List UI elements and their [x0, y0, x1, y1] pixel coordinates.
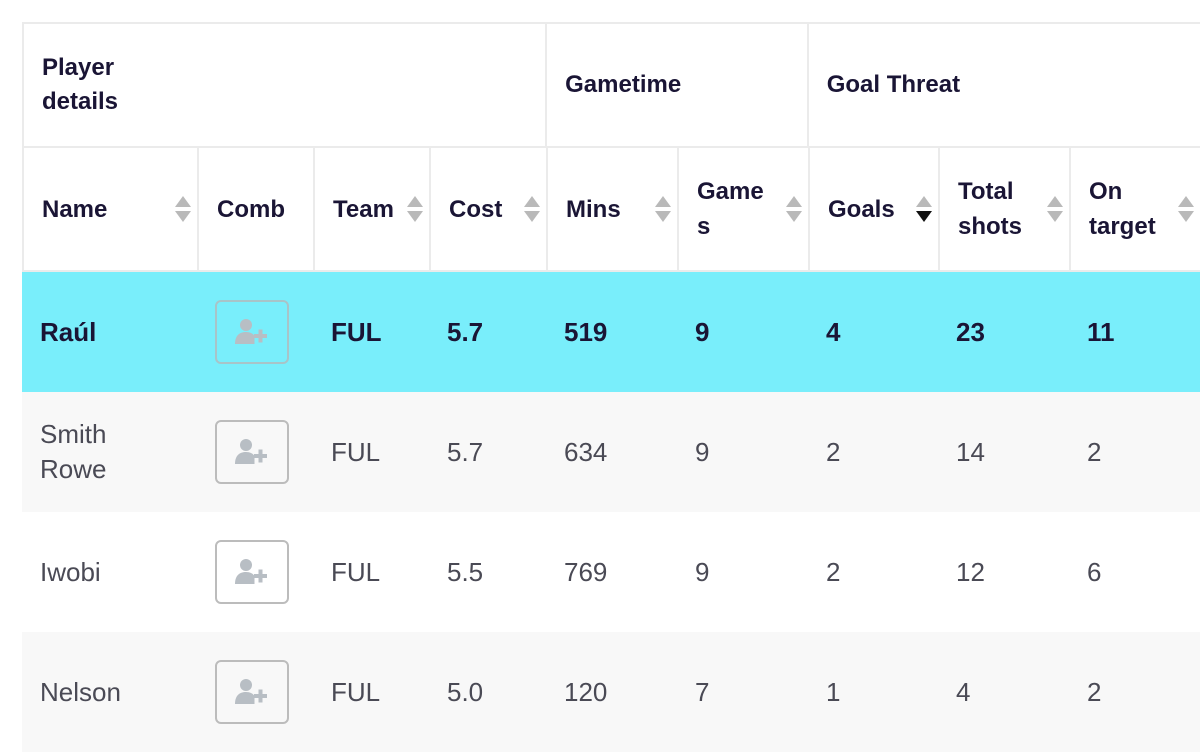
mins-cell: 634	[564, 436, 608, 467]
player-name[interactable]: Smith Rowe	[40, 417, 150, 487]
player-name-cell: Iwobi	[22, 512, 197, 632]
sort-icon[interactable]	[1047, 196, 1063, 222]
player-name-cell: Raúl	[22, 272, 197, 392]
comb-cell	[197, 512, 313, 632]
on-target-cell: 11	[1087, 316, 1115, 347]
sort-icon[interactable]	[175, 196, 191, 222]
column-header-games[interactable]: Games	[679, 148, 810, 270]
group-gametime: Gametime	[547, 24, 809, 146]
player-name[interactable]: Raúl	[40, 315, 96, 350]
team-cell: FUL	[331, 556, 381, 587]
cost-cell: 5.0	[447, 676, 484, 707]
sort-icon[interactable]	[1178, 196, 1194, 222]
column-header-on-target[interactable]: On target	[1071, 148, 1200, 270]
team-cell: FUL	[331, 676, 381, 707]
on-target-cell: 2	[1087, 436, 1102, 467]
total-shots-cell: 4	[956, 676, 971, 707]
column-header-cost[interactable]: Cost	[431, 148, 548, 270]
mins-cell: 120	[564, 676, 608, 707]
column-label: Comb	[217, 195, 285, 223]
add-to-comparison-button[interactable]	[215, 420, 289, 484]
goals-cell: 2	[826, 436, 841, 467]
add-user-icon	[235, 319, 267, 344]
team-cell: FUL	[331, 316, 382, 347]
sort-descending-icon[interactable]	[916, 196, 932, 222]
add-to-comparison-button[interactable]	[215, 300, 289, 364]
team-cell: FUL	[331, 436, 381, 467]
sort-icon[interactable]	[524, 196, 540, 222]
sort-icon[interactable]	[655, 196, 671, 222]
on-target-cell: 2	[1087, 676, 1102, 707]
group-goal-threat: Goal Threat	[809, 24, 1200, 146]
cost-cell: 5.7	[447, 436, 484, 467]
games-cell: 9	[695, 556, 710, 587]
group-label: Goal Threat	[826, 71, 961, 98]
column-header-goals[interactable]: Goals	[810, 148, 940, 270]
player-name[interactable]: Iwobi	[40, 555, 101, 590]
goals-cell: 2	[826, 556, 841, 587]
total-shots-cell: 14	[956, 436, 985, 467]
add-to-comparison-button[interactable]	[215, 660, 289, 724]
games-cell: 9	[695, 436, 710, 467]
cost-cell: 5.5	[447, 556, 484, 587]
add-user-icon	[235, 679, 267, 704]
column-label: Team	[333, 195, 394, 223]
column-header-name[interactable]: Name	[24, 148, 199, 270]
mins-cell: 769	[564, 556, 608, 587]
column-label: On target	[1089, 178, 1156, 240]
sort-icon[interactable]	[786, 196, 802, 222]
player-stats-table: Player details Gametime Goal Threat Name…	[22, 22, 1200, 752]
column-header-mins[interactable]: Mins	[548, 148, 679, 270]
table-row[interactable]: Iwobi FUL 5.5 769 9 2 12 6	[22, 512, 1200, 632]
column-label: Total shots	[958, 178, 1023, 240]
mins-cell: 519	[564, 316, 608, 347]
cost-cell: 5.7	[447, 316, 484, 347]
add-to-comparison-button[interactable]	[215, 540, 289, 604]
column-header-total-shots[interactable]: Total shots	[940, 148, 1071, 270]
group-label: Player details	[42, 54, 119, 115]
player-name[interactable]: Nelson	[40, 675, 121, 710]
total-shots-cell: 12	[956, 556, 985, 587]
group-player-details: Player details	[24, 24, 548, 146]
table-row[interactable]: Smith Rowe FUL 5.7 634 9 2 14 2	[22, 392, 1200, 512]
column-label: Cost	[449, 195, 503, 223]
goals-cell: 1	[826, 676, 841, 707]
column-label: Mins	[566, 195, 621, 223]
sort-icon[interactable]	[407, 196, 423, 222]
on-target-cell: 6	[1087, 556, 1102, 587]
column-label: Name	[42, 195, 108, 223]
comb-cell	[197, 632, 313, 752]
games-cell: 7	[695, 676, 710, 707]
column-label: Games	[697, 178, 764, 240]
group-header-row: Player details Gametime Goal Threat	[22, 22, 1200, 148]
column-label: Goals	[828, 195, 895, 223]
comb-cell	[197, 392, 313, 512]
table-row[interactable]: Raúl FUL 5.7 519 9 4 23 11	[22, 272, 1200, 392]
goals-cell: 4	[826, 316, 841, 347]
add-user-icon	[235, 559, 267, 584]
comb-cell	[197, 272, 313, 392]
total-shots-cell: 23	[956, 316, 985, 347]
table-body: Raúl FUL 5.7 519 9 4 23 11 Smith Rowe FU…	[22, 272, 1200, 752]
column-header-row: Name Comb Team Cost Mins Games Goals Tot…	[22, 148, 1200, 272]
add-user-icon	[235, 439, 267, 464]
group-label: Gametime	[565, 71, 682, 98]
player-name-cell: Smith Rowe	[22, 392, 197, 512]
column-header-comb: Comb	[199, 148, 315, 270]
table-row[interactable]: Nelson FUL 5.0 120 7 1 4 2	[22, 632, 1200, 752]
player-name-cell: Nelson	[22, 632, 197, 752]
games-cell: 9	[695, 316, 710, 347]
column-header-team[interactable]: Team	[315, 148, 431, 270]
